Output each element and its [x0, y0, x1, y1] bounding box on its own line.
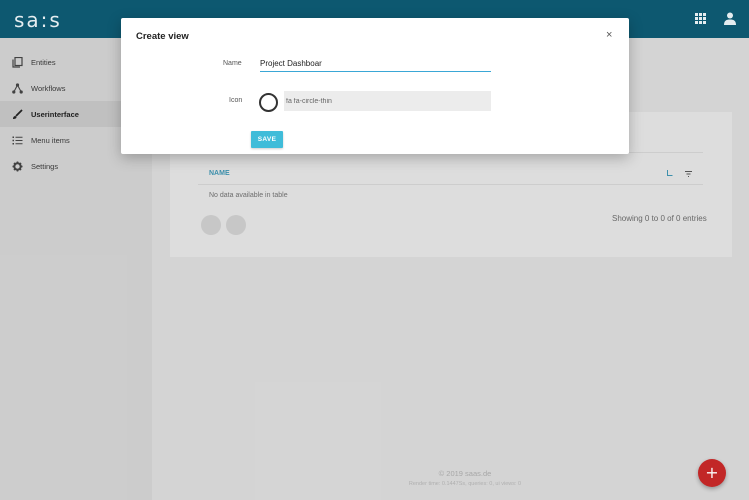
name-input[interactable]: [260, 56, 491, 72]
close-icon[interactable]: ×: [606, 29, 612, 41]
name-label: Name: [223, 60, 242, 67]
circle-thin-icon: [259, 93, 278, 112]
icon-input[interactable]: [284, 91, 491, 111]
dialog-title: Create view: [136, 31, 189, 42]
icon-label: Icon: [229, 97, 243, 104]
create-view-dialog: Create view × Name Icon SAVE: [121, 18, 629, 154]
save-button[interactable]: SAVE: [251, 131, 283, 148]
